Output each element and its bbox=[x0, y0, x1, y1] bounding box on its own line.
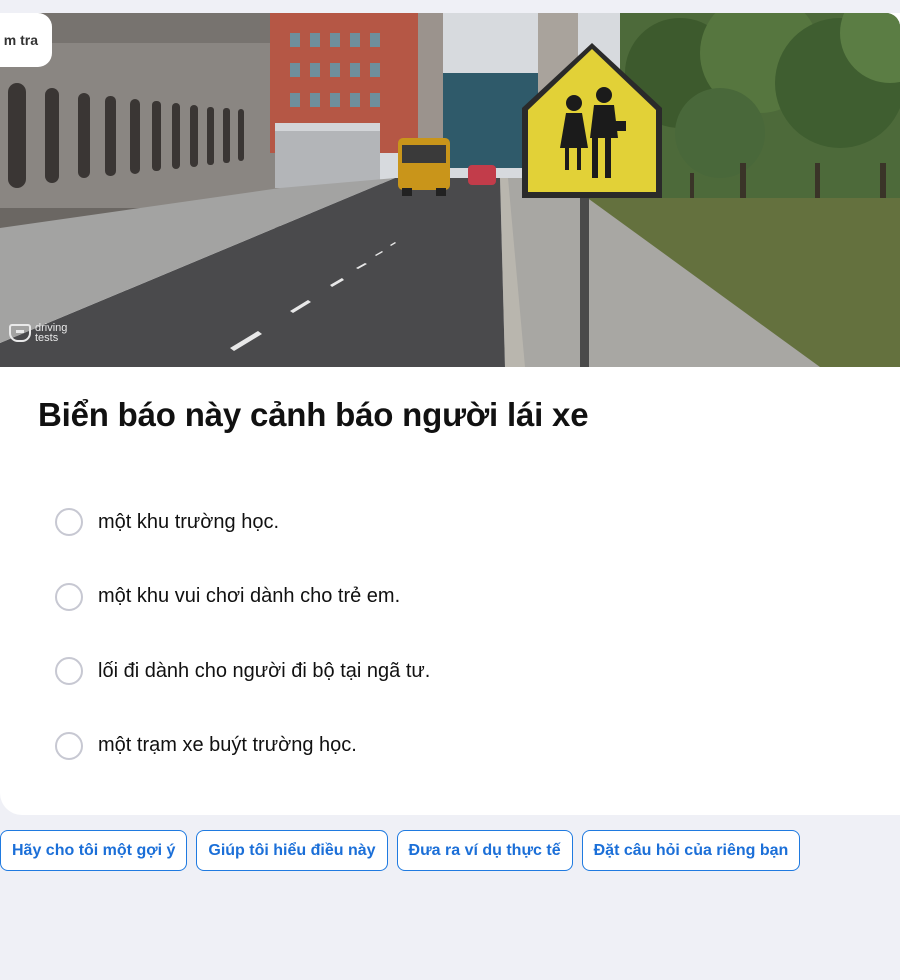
answer-label: lối đi dành cho người đi bộ tại ngã tư. bbox=[98, 659, 431, 682]
driving-tests-watermark: driving tests bbox=[9, 323, 75, 344]
answer-option-1[interactable]: một khu trường học. bbox=[55, 506, 430, 538]
question-text: Biển báo này cảnh báo người lái xe bbox=[38, 396, 589, 433]
help-chips: Hãy cho tôi một gợi ý Giúp tôi hiểu điều… bbox=[0, 830, 801, 871]
driving-tests-logo-icon bbox=[9, 324, 31, 342]
hint-chip[interactable]: Hãy cho tôi một gợi ý bbox=[0, 830, 188, 871]
real-example-chip[interactable]: Đưa ra ví dụ thực tế bbox=[396, 830, 573, 871]
radio-button[interactable] bbox=[55, 731, 83, 760]
tab-label: m tra bbox=[3, 32, 38, 48]
answer-options: một khu trường học. một khu vui chơi dàn… bbox=[55, 506, 430, 804]
answer-label: một khu vui chơi dành cho trẻ em. bbox=[98, 585, 401, 607]
answer-label: một trạm xe buýt trường học. bbox=[98, 734, 357, 756]
answer-option-3[interactable]: lối đi dành cho người đi bộ tại ngã tư. bbox=[55, 655, 430, 687]
question-image bbox=[0, 13, 900, 367]
radio-button[interactable] bbox=[55, 582, 83, 611]
answer-option-2[interactable]: một khu vui chơi dành cho trẻ em. bbox=[55, 581, 430, 613]
answer-option-4[interactable]: một trạm xe buýt trường học. bbox=[55, 730, 430, 762]
explain-chip[interactable]: Giúp tôi hiểu điều này bbox=[196, 830, 388, 871]
radio-button[interactable] bbox=[55, 657, 83, 685]
ask-own-question-chip[interactable]: Đặt câu hỏi của riêng bạn bbox=[581, 830, 801, 871]
watermark-line2: tests bbox=[35, 332, 59, 344]
tab-kiem-tra[interactable]: m tra bbox=[0, 13, 52, 67]
answer-label: một khu trường học. bbox=[98, 510, 280, 533]
radio-button[interactable] bbox=[55, 508, 83, 536]
